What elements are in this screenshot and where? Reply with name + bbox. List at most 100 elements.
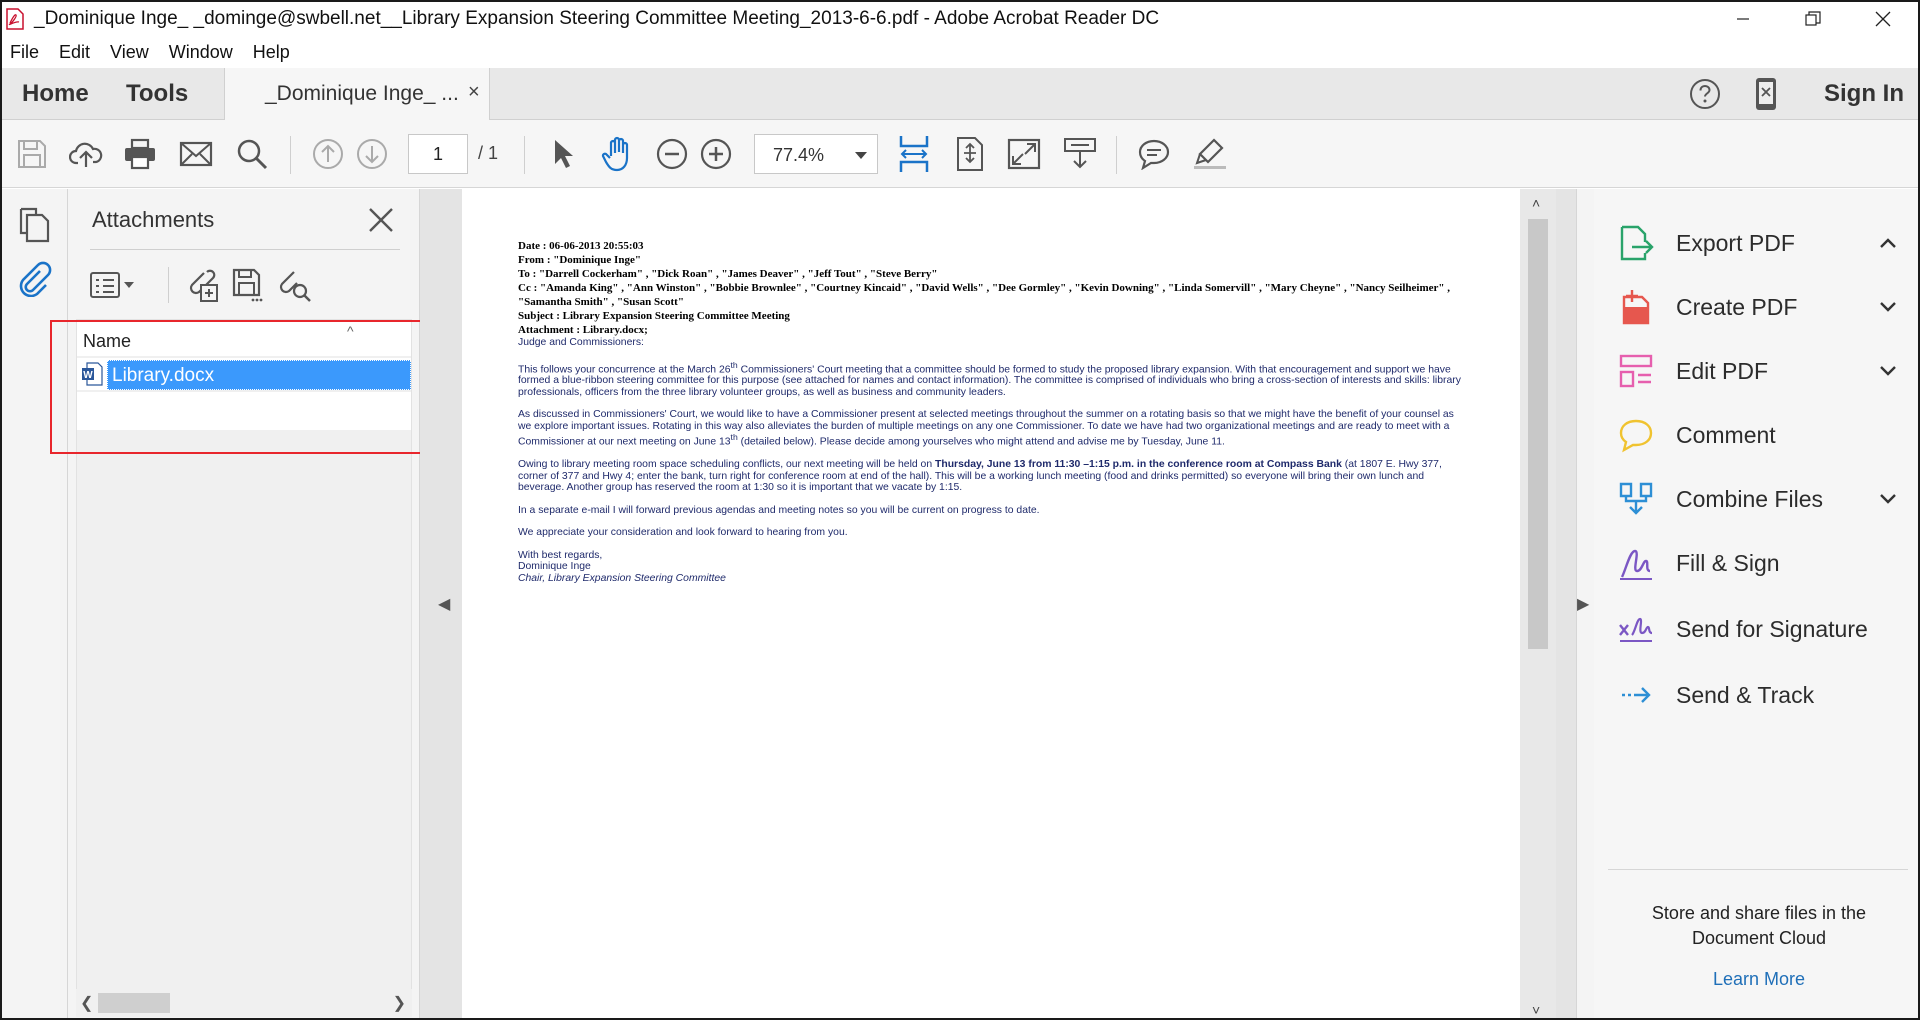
zoom-in-icon[interactable] [696, 134, 736, 174]
menu-help[interactable]: Help [253, 42, 290, 63]
signer-name: Dominique Inge [518, 561, 591, 573]
fit-width-icon[interactable] [894, 134, 934, 174]
toolbar: 1 / 1 77.4% [2, 120, 1918, 188]
restore-button[interactable] [1778, 2, 1848, 36]
collapse-left-panel-icon[interactable]: ◀ [438, 594, 450, 614]
chevron-up-icon[interactable] [1878, 233, 1898, 253]
send-track-icon [1618, 677, 1654, 713]
scroll-mode-icon[interactable] [1060, 134, 1100, 174]
create-pdf-icon [1618, 289, 1654, 325]
paragraph-5: We appreciate your consideration and loo… [518, 527, 848, 539]
attachments-title: Attachments [92, 207, 215, 232]
menu-file[interactable]: File [10, 42, 39, 63]
menu-view[interactable]: View [110, 42, 149, 63]
full-screen-icon[interactable] [1004, 134, 1044, 174]
save-attachment-icon[interactable] [228, 265, 268, 305]
chevron-down-icon[interactable] [1878, 297, 1898, 317]
upload-cloud-icon[interactable] [66, 134, 106, 174]
options-menu-icon[interactable] [88, 265, 138, 305]
save-icon[interactable] [12, 134, 52, 174]
attachments-paperclip-icon[interactable] [16, 261, 52, 298]
close-tab-button[interactable]: × [468, 81, 480, 104]
horizontal-scrollbar[interactable]: ❮ ❯ [76, 989, 412, 1017]
send-signature-icon [1618, 611, 1654, 647]
chevron-down-icon[interactable] [1878, 489, 1898, 509]
vertical-scrollbar[interactable]: ˄ ˅ [1520, 189, 1556, 1018]
attachments-panel: Attachments Name ^ W Library.docx ❮ ❯ [68, 189, 420, 1018]
collapse-right-panel-icon[interactable]: ▶ [1577, 594, 1589, 614]
comment-tool-icon[interactable] [1134, 134, 1174, 174]
document-area: ◀ Date : 06-06-2013 20:55:03 From : "Dom… [420, 189, 1576, 1018]
search-attachment-icon[interactable] [274, 265, 314, 305]
scroll-right-icon[interactable]: ❯ [393, 993, 406, 1013]
minimize-button[interactable] [1708, 2, 1778, 36]
page-total: / 1 [478, 143, 499, 163]
scroll-up-icon[interactable]: ˄ [1532, 195, 1540, 211]
pdf-page: Date : 06-06-2013 20:55:03 From : "Domin… [462, 189, 1556, 1018]
next-page-icon[interactable] [352, 134, 392, 174]
email-from: From : "Dominique Inge" [518, 254, 641, 266]
vertical-scrollbar-thumb[interactable] [1528, 219, 1548, 649]
fill-sign-icon [1618, 545, 1654, 581]
paragraph-4: In a separate e-mail I will forward prev… [518, 504, 1040, 516]
close-panel-icon[interactable] [366, 205, 396, 235]
closing: With best regards, [518, 549, 603, 561]
tool-comment[interactable]: Comment [1618, 413, 1898, 457]
tool-send-for-signature[interactable]: Send for Signature [1618, 607, 1898, 651]
email-attachment: Attachment : Library.docx; [518, 324, 648, 336]
tool-export-pdf[interactable]: Export PDF [1618, 221, 1898, 265]
highlight-pen-icon[interactable] [1190, 134, 1230, 174]
email-subject: Subject : Library Expansion Steering Com… [518, 310, 790, 322]
sign-in-button[interactable]: Sign In [1824, 80, 1904, 108]
tab-bar: Home Tools _Dominique Inge_ ... × Sign I… [2, 68, 1918, 121]
email-greeting: Judge and Commissioners: [518, 337, 644, 348]
document-cloud-promo: Store and share files in the Document Cl… [1651, 903, 1867, 948]
paragraph-1: This follows your concurrence at the Mar… [518, 359, 1461, 398]
scrollbar-thumb[interactable] [98, 993, 170, 1013]
page-number-input[interactable]: 1 [408, 134, 468, 174]
zoom-out-icon[interactable] [652, 134, 692, 174]
email-icon[interactable] [176, 134, 216, 174]
fit-page-icon[interactable] [950, 134, 990, 174]
add-attachment-icon[interactable] [182, 265, 222, 305]
mobile-link-icon[interactable] [1752, 76, 1780, 112]
help-icon[interactable] [1688, 77, 1722, 111]
menu-window[interactable]: Window [169, 42, 233, 63]
select-cursor-icon[interactable] [542, 134, 582, 174]
highlight-annotation-box [50, 320, 446, 454]
tab-tools[interactable]: Tools [126, 68, 188, 120]
paragraph-3: Owing to library meeting room space sche… [518, 459, 1442, 494]
zoom-value: 77.4% [773, 145, 825, 165]
email-to: To : "Darrell Cockerham" , "Dick Roan" ,… [518, 268, 938, 280]
print-icon[interactable] [120, 134, 160, 174]
hand-tool-icon[interactable] [598, 134, 638, 174]
zoom-select[interactable]: 77.4% [754, 134, 878, 174]
search-icon[interactable] [232, 134, 272, 174]
tool-fill-sign[interactable]: Fill & Sign [1618, 541, 1898, 585]
page-thumbnails-icon[interactable] [16, 207, 52, 243]
tool-combine-files[interactable]: Combine Files [1618, 477, 1898, 521]
close-window-button[interactable] [1848, 2, 1918, 36]
tool-create-pdf[interactable]: Create PDF [1618, 285, 1898, 329]
tab-document[interactable]: _Dominique Inge_ ... × [224, 68, 490, 121]
document-tab-label: _Dominique Inge_ ... [265, 82, 459, 105]
acrobat-pdf-icon [6, 8, 24, 30]
tool-edit-pdf[interactable]: Edit PDF [1618, 349, 1898, 393]
chevron-down-icon [855, 152, 867, 159]
previous-page-icon[interactable] [308, 134, 348, 174]
signer-title: Chair, Library Expansion Steering Commit… [518, 572, 726, 584]
window-title: _Dominique Inge_ _dominge@swbell.net__Li… [34, 8, 1160, 29]
tools-pane: Export PDF Create PDF Edit PDF Comment C… [1594, 189, 1918, 1018]
learn-more-link[interactable]: Learn More [1614, 969, 1904, 990]
chevron-down-icon[interactable] [1878, 361, 1898, 381]
menu-edit[interactable]: Edit [59, 42, 90, 63]
scroll-left-icon[interactable]: ❮ [80, 993, 93, 1013]
right-panel-toggle[interactable]: ▶ [1576, 189, 1594, 1018]
tab-home[interactable]: Home [22, 68, 89, 120]
scroll-down-icon[interactable]: ˅ [1532, 1002, 1540, 1018]
menu-bar: File Edit View Window Help [2, 36, 1918, 68]
tool-send-track[interactable]: Send & Track [1618, 673, 1898, 717]
email-content: Date : 06-06-2013 20:55:03 From : "Domin… [518, 239, 1464, 584]
paragraph-2: As discussed in Commissioners' Court, we… [518, 409, 1454, 448]
comment-icon [1618, 417, 1654, 453]
